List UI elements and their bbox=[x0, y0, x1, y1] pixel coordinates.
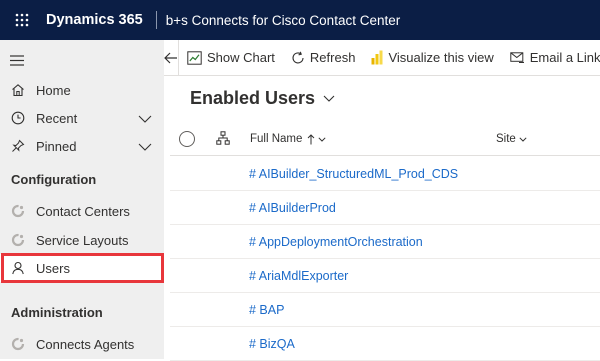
visualize-view-label: Visualize this view bbox=[388, 50, 494, 65]
show-chart-label: Show Chart bbox=[207, 50, 275, 65]
user-link[interactable]: # BAP bbox=[249, 303, 284, 317]
sidebar-item-label: Connects Agents bbox=[36, 336, 135, 352]
home-icon bbox=[10, 82, 26, 98]
sidebar-item-home[interactable]: Home bbox=[0, 76, 164, 104]
sidebar-item-label: Pinned bbox=[36, 138, 77, 154]
top-bar: Dynamics 365 b+s Connects for Cisco Cont… bbox=[0, 0, 600, 40]
app-name[interactable]: b+s Connects for Cisco Contact Center bbox=[166, 13, 400, 28]
column-header-full-name[interactable]: Full Name bbox=[250, 133, 326, 145]
entity-icon bbox=[10, 232, 26, 248]
chevron-down-icon[interactable] bbox=[138, 111, 152, 126]
sidebar-item-label: Home bbox=[36, 82, 71, 98]
table-row[interactable]: # AriaMdlExporter bbox=[170, 259, 600, 293]
visualize-view-button[interactable]: Visualize this view bbox=[363, 40, 501, 76]
user-link[interactable]: # AppDeploymentOrchestration bbox=[249, 235, 423, 249]
sidebar-item-recent[interactable]: Recent bbox=[0, 104, 164, 132]
entity-icon bbox=[10, 203, 26, 219]
view-selector[interactable]: Enabled Users bbox=[190, 88, 335, 109]
app-launcher-icon[interactable] bbox=[0, 0, 44, 40]
pin-icon bbox=[10, 138, 26, 154]
chart-icon bbox=[187, 50, 202, 65]
chevron-down-icon bbox=[519, 136, 527, 142]
user-link[interactable]: # BizQA bbox=[249, 337, 295, 351]
user-link[interactable]: # AIBuilderProd bbox=[249, 201, 336, 215]
refresh-icon bbox=[292, 51, 304, 63]
user-link[interactable]: # AriaMdlExporter bbox=[249, 269, 348, 283]
sidebar-item-service-layouts[interactable]: Service Layouts bbox=[0, 226, 164, 254]
email-link-label: Email a Link bbox=[529, 50, 600, 65]
entity-icon bbox=[10, 336, 26, 352]
hamburger-icon[interactable] bbox=[10, 53, 24, 71]
select-all-checkbox[interactable] bbox=[179, 131, 195, 147]
show-chart-button[interactable]: Show Chart bbox=[179, 40, 283, 76]
chevron-down-icon[interactable] bbox=[138, 139, 152, 154]
table-row[interactable]: # BizQA bbox=[170, 327, 600, 361]
header-divider bbox=[155, 11, 157, 29]
chevron-down-icon bbox=[318, 136, 326, 142]
refresh-button[interactable]: Refresh bbox=[283, 40, 364, 76]
table-row[interactable]: # AIBuilder_StructuredML_Prod_CDS bbox=[170, 157, 600, 191]
powerbi-icon bbox=[371, 50, 383, 65]
column-label: Site bbox=[496, 133, 516, 145]
sidebar-item-label: Service Layouts bbox=[36, 232, 129, 248]
back-arrow-icon[interactable] bbox=[164, 39, 179, 76]
refresh-label: Refresh bbox=[309, 50, 356, 65]
sidebar-item-pinned[interactable]: Pinned bbox=[0, 132, 164, 160]
user-link[interactable]: # AIBuilder_StructuredML_Prod_CDS bbox=[249, 167, 458, 181]
column-header-site[interactable]: Site bbox=[496, 133, 527, 145]
column-label: Full Name bbox=[250, 133, 303, 145]
section-header-configuration: Configuration bbox=[11, 172, 97, 187]
sidebar-item-label: Recent bbox=[36, 110, 78, 126]
command-bar: Show Chart Refresh Visualize this view E… bbox=[164, 39, 600, 76]
view-title: Enabled Users bbox=[190, 88, 316, 108]
sidebar-item-connects-agents[interactable]: Connects Agents bbox=[0, 330, 164, 358]
hierarchy-icon[interactable] bbox=[216, 131, 230, 148]
email-link-button[interactable]: Email a Link bbox=[502, 40, 600, 76]
sort-ascending-icon bbox=[308, 133, 315, 144]
section-header-administration: Administration bbox=[11, 305, 103, 320]
email-link-icon bbox=[510, 52, 524, 63]
sidebar: Home Recent Pinned Configuration Contact… bbox=[0, 40, 164, 359]
users-highlight-box bbox=[1, 253, 164, 283]
sidebar-item-label: Contact Centers bbox=[36, 203, 130, 219]
grid-header: Full Name Site bbox=[170, 122, 600, 156]
chevron-down-icon bbox=[323, 95, 335, 102]
brand-name[interactable]: Dynamics 365 bbox=[46, 12, 143, 28]
table-row[interactable]: # AIBuilderProd bbox=[170, 191, 600, 225]
sidebar-item-contact-centers[interactable]: Contact Centers bbox=[0, 197, 164, 225]
table-row[interactable]: # BAP bbox=[170, 293, 600, 327]
table-row[interactable]: # AppDeploymentOrchestration bbox=[170, 225, 600, 259]
clock-icon bbox=[10, 110, 26, 126]
